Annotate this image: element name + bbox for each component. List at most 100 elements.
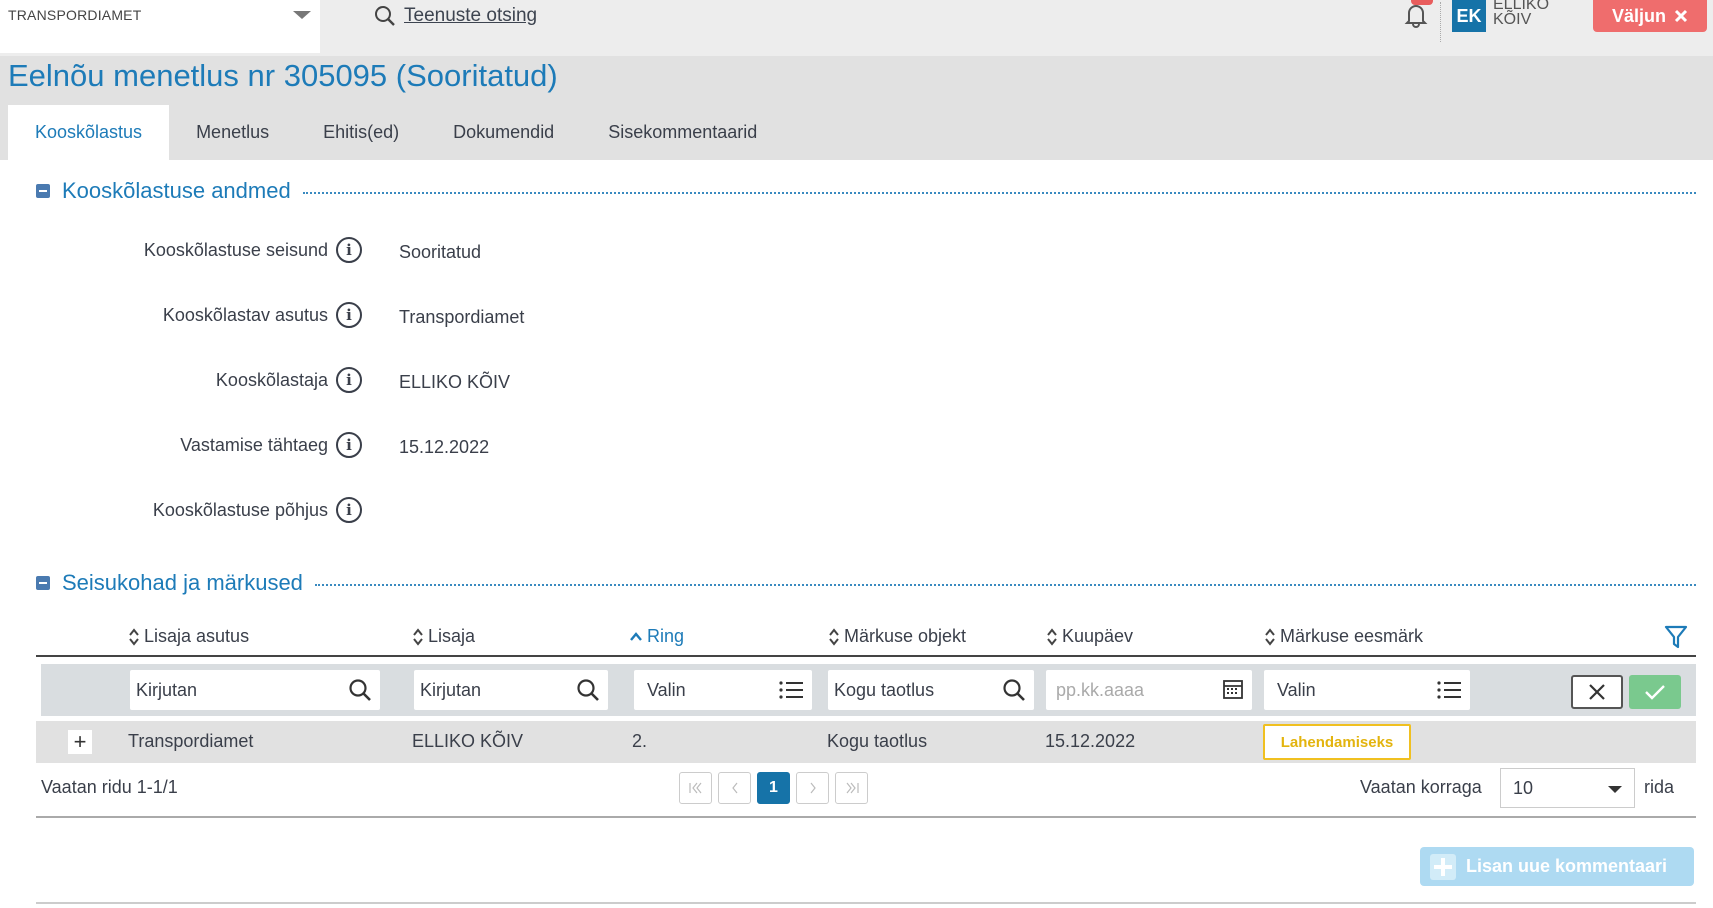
- field-kooskolastuse-pohjus: Kooskõlastuse põhjus i: [0, 496, 700, 526]
- section-title: Seisukohad ja märkused: [62, 570, 303, 595]
- collapse-icon[interactable]: [36, 184, 50, 198]
- pager-info: Vaatan ridu 1-1/1: [41, 777, 178, 797]
- search-icon: [375, 6, 395, 26]
- filter-value: Kirjutan: [136, 679, 198, 700]
- info-icon[interactable]: i: [336, 302, 362, 328]
- column-header-markuse-eesmark[interactable]: Märkuse eesmärk: [1264, 626, 1423, 647]
- calendar-icon: [1223, 680, 1243, 699]
- column-header-lisaja[interactable]: Lisaja: [412, 626, 475, 647]
- add-comment-button[interactable]: Lisan uue kommentaari: [1420, 847, 1694, 886]
- double-chevron-left-icon: [688, 782, 701, 794]
- chevron-left-icon: [731, 782, 737, 794]
- chevron-down-icon: [293, 11, 311, 19]
- chevron-down-icon: [1608, 786, 1622, 793]
- logout-label: Väljun: [1611, 5, 1666, 26]
- cell-lisaja-asutus: Transpordiamet: [128, 731, 254, 751]
- cell-lisaja: ELLIKO KÕIV: [412, 731, 524, 751]
- search-icon: [1003, 679, 1025, 701]
- add-comment-label: Lisan uue kommentaari: [1466, 856, 1668, 876]
- bell-icon[interactable]: [1403, 2, 1429, 28]
- field-label: Vastamise tähtaeg: [180, 435, 328, 455]
- column-header-lisaja-asutus[interactable]: Lisaja asutus: [128, 626, 249, 647]
- info-icon[interactable]: i: [336, 432, 362, 458]
- info-icon[interactable]: i: [336, 237, 362, 263]
- filter-markuse-objekt-input[interactable]: Kogu taotlus: [828, 670, 1034, 710]
- filter-icon[interactable]: [1664, 624, 1688, 650]
- field-label: Kooskõlastuse seisund: [143, 240, 328, 260]
- sort-icon: [829, 627, 839, 646]
- filter-ring-select[interactable]: Valin: [634, 670, 812, 710]
- field-kooskolastuse-seisund: Kooskõlastuse seisund i Sooritatud: [0, 236, 700, 266]
- list-icon: [779, 681, 803, 699]
- page-title: Eelnõu menetlus nr 305095 (Sooritatud): [8, 58, 558, 93]
- pagination: 1: [679, 772, 868, 804]
- per-page-label: Vaatan korraga: [1360, 777, 1482, 797]
- divider: [1440, 2, 1441, 42]
- avatar[interactable]: EK: [1452, 0, 1486, 32]
- collapse-icon[interactable]: [36, 576, 50, 590]
- list-icon: [1437, 681, 1461, 699]
- apply-filters-button[interactable]: [1629, 675, 1681, 709]
- prev-page-button[interactable]: [718, 772, 751, 804]
- user-name[interactable]: ELLIKO KÕIV: [1493, 0, 1553, 28]
- table-row[interactable]: + Transpordiamet ELLIKO KÕIV 2. Kogu tao…: [36, 721, 1696, 763]
- column-label: Lisaja: [428, 626, 476, 646]
- expand-row-icon[interactable]: +: [68, 729, 92, 754]
- section-header-seisukohad: Seisukohad ja märkused: [36, 570, 1696, 596]
- field-kooskolastaja: Kooskõlastaja i ELLIKO KÕIV: [0, 366, 700, 396]
- field-value: Transpordiamet: [399, 307, 525, 327]
- cell-markuse-objekt: Kogu taotlus: [827, 731, 928, 751]
- sort-icon: [1265, 627, 1275, 646]
- tab-dokumendid[interactable]: Dokumendid: [426, 105, 581, 160]
- filter-markuse-eesmark-select[interactable]: Valin: [1264, 670, 1470, 710]
- sort-icon: [413, 627, 423, 646]
- column-header-ring[interactable]: Ring: [629, 626, 684, 647]
- filter-lisaja-input[interactable]: Kirjutan: [414, 670, 608, 710]
- per-page-value: 10: [1513, 777, 1534, 798]
- last-page-button[interactable]: [835, 772, 868, 804]
- rows-suffix-label: rida: [1644, 777, 1675, 797]
- search-icon: [349, 679, 371, 701]
- filter-row: Kirjutan Kirjutan Valin Kogu taotlus pp.…: [41, 664, 1696, 716]
- filter-value: Kogu taotlus: [834, 679, 935, 700]
- page-button-current[interactable]: 1: [757, 772, 790, 804]
- sort-icon: [129, 627, 139, 646]
- sort-ascending-icon: [630, 631, 642, 641]
- double-chevron-right-icon: [846, 782, 859, 794]
- per-page-select[interactable]: 10: [1500, 768, 1635, 808]
- cell-ring: 2.: [632, 731, 648, 751]
- field-label: Kooskõlastuse põhjus: [152, 500, 328, 520]
- section-divider: [302, 192, 1696, 194]
- section-header-kooskolastuse-andmed: Kooskõlastuse andmed: [36, 178, 1696, 204]
- logout-button[interactable]: Väljun: [1593, 0, 1707, 32]
- filter-kuupaev-input[interactable]: pp.kk.aaaa: [1046, 670, 1252, 710]
- tab-menetlus[interactable]: Menetlus: [169, 105, 296, 160]
- tab-ehitised[interactable]: Ehitis(ed): [296, 105, 426, 160]
- filter-placeholder: pp.kk.aaaa: [1056, 679, 1145, 700]
- info-icon[interactable]: i: [336, 497, 362, 523]
- tab-sisekommentaarid[interactable]: Sisekommentaarid: [581, 105, 784, 160]
- field-label: Kooskõlastav asutus: [162, 305, 328, 325]
- clear-filters-button[interactable]: [1571, 675, 1623, 709]
- column-label: Lisaja asutus: [144, 626, 250, 646]
- organization-select[interactable]: TRANSPORDIAMET: [0, 0, 320, 53]
- column-header-markuse-objekt[interactable]: Märkuse objekt: [828, 626, 966, 647]
- checkmark-icon: [1645, 685, 1665, 700]
- field-kooskolastav-asutus: Kooskõlastav asutus i Transpordiamet: [0, 301, 700, 331]
- section-divider: [314, 584, 1696, 586]
- column-label: Ring: [647, 626, 685, 646]
- column-header-kuupaev[interactable]: Kuupäev: [1046, 626, 1133, 647]
- column-label: Märkuse objekt: [844, 626, 967, 646]
- service-search-link[interactable]: Teenuste otsing: [374, 4, 537, 28]
- table-header: Lisaja asutus Lisaja Ring Märkuse objekt…: [36, 620, 1696, 657]
- service-search-label: Teenuste otsing: [404, 5, 538, 26]
- first-page-button[interactable]: [679, 772, 712, 804]
- info-icon[interactable]: i: [336, 367, 362, 393]
- section-title: Kooskõlastuse andmed: [62, 178, 291, 203]
- field-vastamise-tahtaeg: Vastamise tähtaeg i 15.12.2022: [0, 431, 700, 461]
- filter-lisaja-asutus-input[interactable]: Kirjutan: [130, 670, 380, 710]
- field-value: Sooritatud: [399, 242, 482, 262]
- search-icon: [577, 679, 599, 701]
- next-page-button[interactable]: [796, 772, 829, 804]
- tab-kooskolastus[interactable]: Kooskõlastus: [8, 105, 170, 160]
